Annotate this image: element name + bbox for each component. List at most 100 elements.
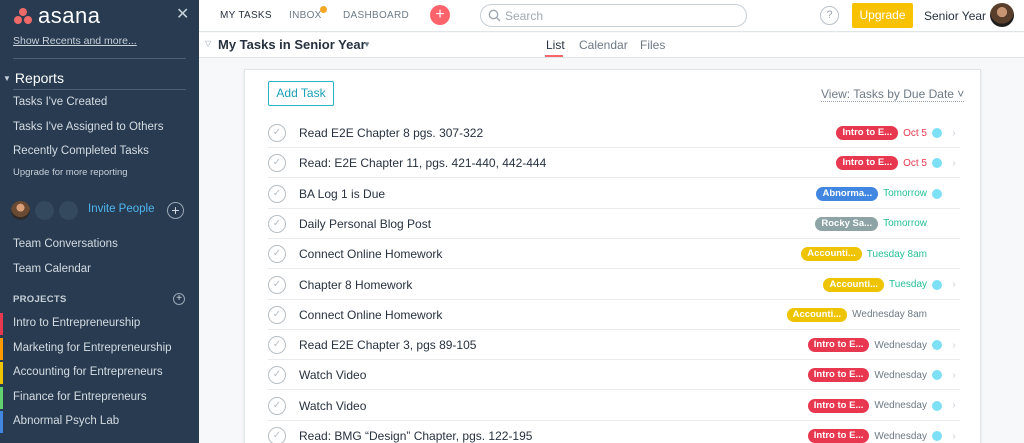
tab-calendar[interactable]: Calendar [579,38,628,52]
complete-checkbox-icon[interactable]: ✓ [268,305,286,324]
team-calendar-link[interactable]: Team Calendar [13,263,91,275]
task-name[interactable]: Watch Video [299,368,366,382]
task-row[interactable]: ✓ Connect Online Homework Accounti... Tuesd… [268,239,960,270]
project-tag[interactable]: Accounti... [801,247,862,262]
task-row[interactable]: ✓ Daily Personal Blog Post Rocky Sa... Tomo… [268,209,960,239]
project-tag[interactable]: Rocky Sa... [815,216,879,231]
project-tag[interactable]: Intro to E... [836,126,899,140]
due-date[interactable]: Wednesday [874,400,927,411]
due-date[interactable]: Tomorrow [883,188,927,199]
project-tag[interactable]: Accounti... [786,307,848,322]
quick-add-button[interactable]: + [430,5,450,25]
complete-checkbox-icon[interactable]: ✓ [268,396,286,415]
report-tasks-created[interactable]: Tasks I've Created [13,96,107,108]
workspace-name[interactable]: Senior Year [924,9,986,23]
complete-checkbox-icon[interactable]: ✓ [268,214,286,233]
tab-list[interactable]: List [546,38,565,52]
complete-checkbox-icon[interactable]: ✓ [268,366,286,385]
project-item[interactable]: Accounting for Entrepreneurs [0,361,199,385]
add-project-icon[interactable]: + [173,293,185,305]
due-date[interactable]: Wednesday [874,340,927,351]
show-recents-link[interactable]: Show Recents and more... [13,35,137,47]
due-date[interactable]: Oct 5 [903,158,927,169]
chevron-right-icon[interactable]: › [948,400,960,411]
task-row[interactable]: ✓ Read E2E Chapter 3, pgs 89-105 Intro to … [268,330,960,361]
due-date[interactable]: Wednesday 8am [852,309,927,320]
project-item[interactable]: Abnormal Psych Lab [0,410,199,434]
chevron-right-icon[interactable]: › [948,128,960,139]
task-name[interactable]: Read E2E Chapter 3, pgs 89-105 [299,338,476,352]
task-row[interactable]: ✓ Watch Video Intro to E... Wednesday › [268,360,960,391]
nav-inbox[interactable]: INBOX [289,10,322,21]
project-item[interactable]: Marketing for Entrepreneurship [0,337,199,361]
view-selector[interactable]: View: Tasks by Due Date ˅ [821,87,965,102]
project-tag[interactable]: Intro to E... [807,338,870,353]
task-name[interactable]: Watch Video [299,399,366,413]
complete-checkbox-icon[interactable]: ✓ [268,184,286,203]
task-row[interactable]: ✓ Read: BMG “Design” Chapter, pgs. 122-19… [268,421,960,443]
due-date[interactable]: Tomorrow [883,218,927,229]
project-tag[interactable]: Intro to E... [807,429,870,443]
project-tag[interactable]: Accounti... [823,277,885,292]
complete-checkbox-icon[interactable]: ✓ [268,124,286,142]
task-name[interactable]: BA Log 1 is Due [299,187,385,201]
task-row[interactable]: ✓ Read: E2E Chapter 11, pgs. 421-440, 442… [268,148,960,179]
task-row[interactable]: ✓ Chapter 8 Homework Accounti... Tuesday › [268,270,960,300]
due-date[interactable]: Tuesday 8am [867,249,927,260]
project-item[interactable]: Intro to Entrepreneurship [0,312,199,336]
collapse-triangle-icon[interactable]: ▽ [205,39,211,48]
page-title[interactable]: My Tasks in Senior Year [218,37,366,52]
add-task-button[interactable]: Add Task [268,81,334,106]
invite-plus-icon[interactable]: + [167,202,184,219]
due-date[interactable]: Oct 5 [903,128,927,139]
report-recently-completed[interactable]: Recently Completed Tasks [13,145,149,157]
reports-heading[interactable]: ▼ Reports [3,70,64,86]
due-date[interactable]: Wednesday [874,431,927,442]
due-date[interactable]: Wednesday [874,370,927,381]
project-item[interactable]: Finance for Entrepreneurs [0,386,199,410]
member-avatar[interactable] [11,201,30,220]
complete-checkbox-icon[interactable]: ✓ [268,427,286,443]
search-box[interactable] [480,4,747,27]
complete-checkbox-icon[interactable]: ✓ [268,336,286,355]
member-avatar-placeholder[interactable] [35,201,54,220]
chevron-right-icon[interactable]: › [948,158,960,169]
help-icon[interactable]: ? [820,6,839,25]
nav-my-tasks[interactable]: MY TASKS [220,10,272,21]
user-avatar[interactable] [990,3,1014,27]
complete-checkbox-icon[interactable]: ✓ [268,154,286,173]
chevron-right-icon[interactable]: › [948,431,960,442]
task-name[interactable]: Chapter 8 Homework [299,278,412,292]
task-name[interactable]: Connect Online Homework [299,247,442,261]
chevron-right-icon[interactable]: › [948,370,960,381]
task-name[interactable]: Connect Online Homework [299,308,442,322]
upgrade-button[interactable]: Upgrade [852,3,913,28]
chevron-right-icon[interactable]: › [948,279,960,290]
project-tag[interactable]: Intro to E... [836,156,899,171]
task-row[interactable]: ✓ Connect Online Homework Accounti... Wedne… [268,300,960,330]
search-input[interactable] [505,8,735,24]
report-tasks-assigned[interactable]: Tasks I've Assigned to Others [13,121,164,133]
task-name[interactable]: Read: BMG “Design” Chapter, pgs. 122-195 [299,429,532,443]
due-date[interactable]: Tuesday [889,279,927,290]
task-name[interactable]: Daily Personal Blog Post [299,217,431,231]
member-avatar-placeholder[interactable] [59,201,78,220]
task-row[interactable]: ✓ BA Log 1 is Due Abnorma... Tomorrow [268,179,960,209]
project-tag[interactable]: Intro to E... [807,398,870,413]
chevron-down-icon[interactable]: ▼ [363,40,371,49]
task-name[interactable]: Read: E2E Chapter 11, pgs. 421-440, 442-… [299,156,546,170]
invite-people-link[interactable]: Invite People [88,203,155,215]
nav-dashboard[interactable]: DASHBOARD [343,10,409,21]
project-tag[interactable]: Abnorma... [816,186,879,201]
task-row[interactable]: ✓ Watch Video Intro to E... Wednesday › [268,391,960,421]
asana-logo[interactable]: asana [12,5,100,27]
close-sidebar-icon[interactable]: ✕ [176,6,189,24]
complete-checkbox-icon[interactable]: ✓ [268,275,286,294]
complete-checkbox-icon[interactable]: ✓ [268,245,286,264]
project-tag[interactable]: Intro to E... [807,368,870,383]
task-name[interactable]: Read E2E Chapter 8 pgs. 307-322 [299,126,483,140]
chevron-right-icon[interactable]: › [948,340,960,351]
task-row[interactable]: ✓ Read E2E Chapter 8 pgs. 307-322 Intro to… [268,118,960,148]
team-conversations-link[interactable]: Team Conversations [13,238,118,250]
tab-files[interactable]: Files [640,38,665,52]
